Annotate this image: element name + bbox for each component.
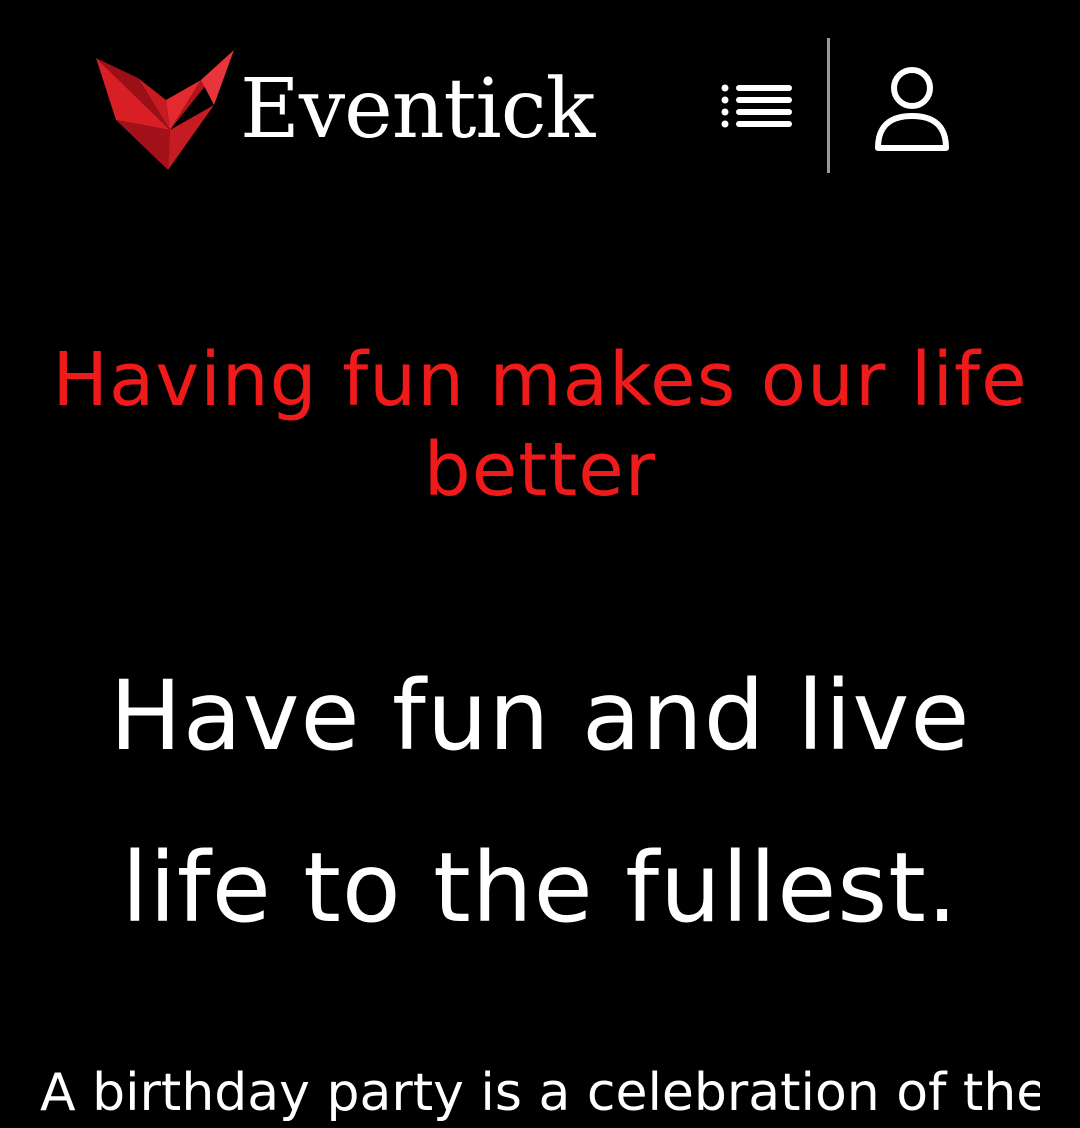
hero-tagline: Having fun makes our life better <box>52 337 1028 513</box>
list-menu-icon[interactable] <box>720 82 794 130</box>
red-v-logo-icon[interactable] <box>96 50 236 172</box>
brand-name[interactable]: Eventick <box>240 60 595 160</box>
header-divider <box>827 38 830 173</box>
site-header: Eventick <box>0 0 1080 200</box>
hero-headline: Have fun and live life to the fullest. <box>109 660 971 944</box>
hero-body-text: A birthday party is a celebration of the <box>40 1063 1040 1123</box>
user-icon[interactable] <box>872 64 952 154</box>
